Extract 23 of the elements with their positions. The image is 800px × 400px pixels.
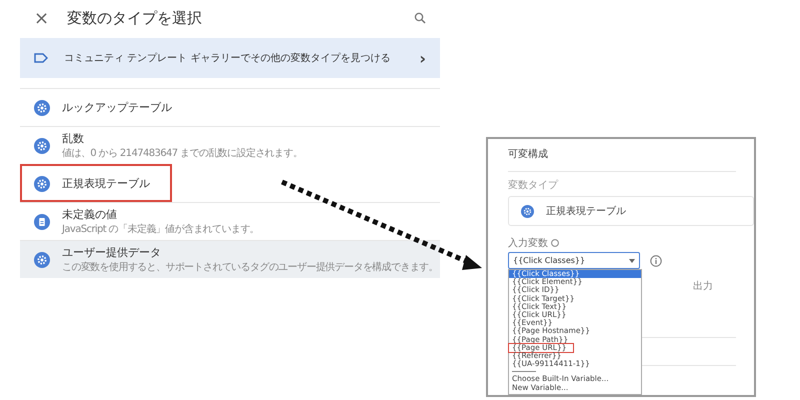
- type-label: 変数タイプ: [508, 178, 560, 192]
- variable-type-item[interactable]: 乱数 値は、0 から 2147483647 までの乱数に設定されます。: [20, 126, 440, 164]
- input-label: 入力変数: [508, 236, 548, 250]
- item-title: ルックアップテーブル: [62, 100, 172, 115]
- config-title: 可変構成: [508, 143, 736, 172]
- chevron-icon: ›: [419, 48, 426, 68]
- type-value: 正規表現テーブル: [546, 204, 626, 218]
- item-title: 正規表現テーブル: [62, 176, 150, 191]
- item-description: この変数を使用すると、サポートされているタグのユーザー提供データを構成できます。: [62, 260, 438, 274]
- variable-type-item[interactable]: ルックアップテーブル: [20, 88, 440, 126]
- close-icon[interactable]: ×: [34, 8, 50, 28]
- banner-text: コミュニティ テンプレート ギャラリーでその他の変数タイプを見つける: [64, 52, 392, 65]
- variable-select[interactable]: {{Click Classes}}: [508, 252, 640, 269]
- gallery-banner[interactable]: コミュニティ テンプレート ギャラリーでその他の変数タイプを見つける ›: [20, 38, 440, 78]
- variable-type-item[interactable]: 正規表現テーブル: [20, 164, 172, 202]
- item-description: JavaScript の「未定義」値が含まれています。: [62, 222, 260, 236]
- variable-type-item[interactable]: ユーザー提供データ この変数を使用すると、サポートされているタグのユーザー提供データを構成できます。: [20, 240, 440, 278]
- dialog-title: 変数のタイプを選択: [67, 8, 204, 28]
- item-title: 未定義の値: [62, 207, 118, 222]
- item-description: 値は、0 から 2147483647 までの乱数に設定されます。: [62, 146, 302, 160]
- output-label: 出力: [693, 280, 713, 293]
- item-title: 乱数: [62, 131, 85, 146]
- item-title: ユーザー提供データ: [62, 245, 162, 260]
